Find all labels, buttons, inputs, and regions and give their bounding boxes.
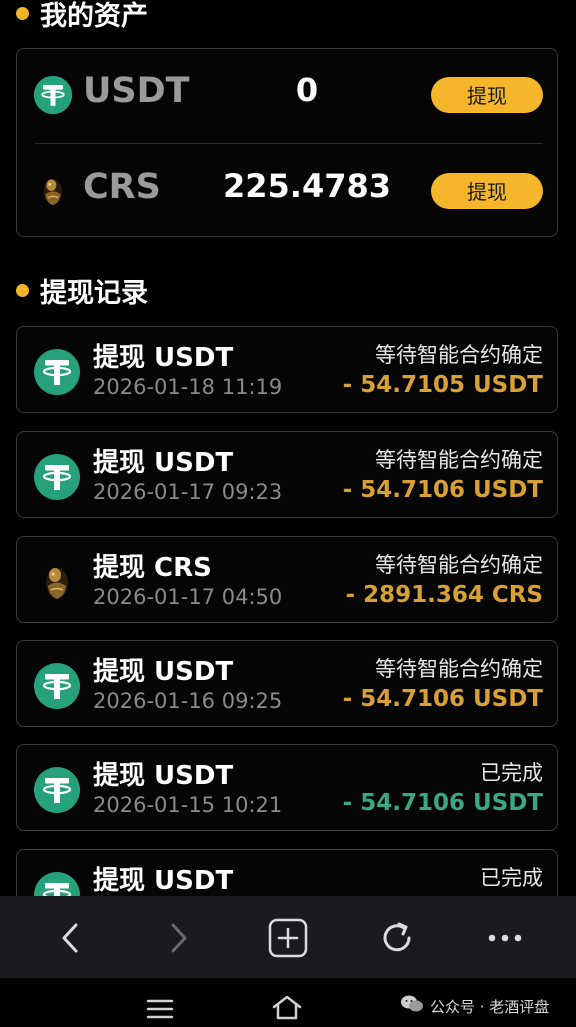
assets-card: USDT 0 提现 CRS 225.4783 提现 — [16, 48, 558, 237]
asset-row-crs: CRS 225.4783 提现 — [17, 145, 557, 241]
withdraw-record[interactable]: 提现 USDT 2026-01-15 10:21 已完成 - 54.7106 U… — [16, 744, 558, 831]
records-section-title: 提现记录 — [16, 271, 148, 310]
more-icon[interactable] — [483, 916, 527, 960]
record-time: 2026-01-17 04:50 — [93, 585, 283, 609]
record-time: 2026-01-16 09:25 — [93, 689, 283, 713]
crs-coin-icon — [33, 171, 73, 211]
asset-row-usdt: USDT 0 提现 — [17, 49, 557, 145]
record-title: 提现 USDT — [93, 657, 234, 687]
crs-coin-icon — [33, 558, 81, 606]
withdraw-usdt-button[interactable]: 提现 — [431, 77, 543, 113]
menu-icon[interactable] — [146, 998, 174, 1024]
assets-section-title: 我的资产 — [16, 0, 148, 33]
watermark: 公众号 · 老酒评盘 — [400, 994, 549, 1018]
withdraw-record[interactable]: 提现 CRS 2026-01-17 04:50 等待智能合约确定 - 2891.… — [16, 536, 558, 623]
record-title: 提现 USDT — [93, 343, 234, 373]
record-title: 提现 CRS — [93, 553, 212, 583]
records-title: 提现记录 — [40, 278, 148, 309]
record-amount: - 54.7106 USDT — [342, 477, 543, 503]
record-time: 2026-01-15 10:21 — [93, 793, 283, 817]
watermark-text: 公众号 · 老酒评盘 — [430, 997, 550, 1016]
record-title: 提现 USDT — [93, 866, 234, 896]
divider — [35, 143, 543, 144]
back-icon[interactable] — [48, 916, 92, 960]
assets-title: 我的资产 — [40, 1, 148, 32]
asset-balance: 0 — [295, 71, 319, 109]
record-status: 等待智能合约确定 — [375, 448, 543, 472]
forward-icon[interactable] — [157, 916, 201, 960]
record-title: 提现 USDT — [93, 761, 234, 791]
bullet-dot-icon — [16, 7, 29, 20]
new-tab-icon[interactable] — [266, 916, 310, 960]
record-title: 提现 USDT — [93, 448, 234, 478]
tether-icon — [33, 766, 81, 814]
record-status: 等待智能合约确定 — [375, 553, 543, 577]
record-time: 2026-01-18 11:19 — [93, 375, 283, 399]
withdraw-crs-button[interactable]: 提现 — [431, 173, 543, 209]
withdraw-record[interactable]: 提现 USDT 2026-01-17 09:23 等待智能合约确定 - 54.7… — [16, 431, 558, 518]
record-status: 等待智能合约确定 — [375, 343, 543, 367]
record-status: 已完成 — [480, 866, 543, 890]
tether-icon — [33, 348, 81, 396]
record-amount: - 54.7106 USDT — [342, 686, 543, 712]
withdraw-record[interactable]: 提现 USDT 2026-01-16 09:25 等待智能合约确定 - 54.7… — [16, 640, 558, 727]
bullet-dot-icon — [16, 284, 29, 297]
reload-icon[interactable] — [375, 916, 419, 960]
record-amount: - 2891.364 CRS — [345, 582, 543, 608]
tether-icon — [33, 662, 81, 710]
tether-icon — [33, 75, 73, 115]
asset-name: CRS — [83, 167, 161, 207]
record-time: 2026-01-17 09:23 — [93, 480, 283, 504]
record-amount: - 54.7105 USDT — [342, 372, 543, 398]
wechat-icon — [400, 994, 424, 1018]
record-status: 已完成 — [480, 761, 543, 785]
record-status: 等待智能合约确定 — [375, 657, 543, 681]
withdraw-record[interactable]: 提现 USDT 2026-01-18 11:19 等待智能合约确定 - 54.7… — [16, 326, 558, 413]
tether-icon — [33, 453, 81, 501]
home-icon[interactable] — [271, 994, 303, 1024]
record-amount: - 54.7106 USDT — [342, 790, 543, 816]
asset-balance: 225.4783 — [222, 167, 391, 205]
browser-toolbar — [0, 896, 576, 978]
